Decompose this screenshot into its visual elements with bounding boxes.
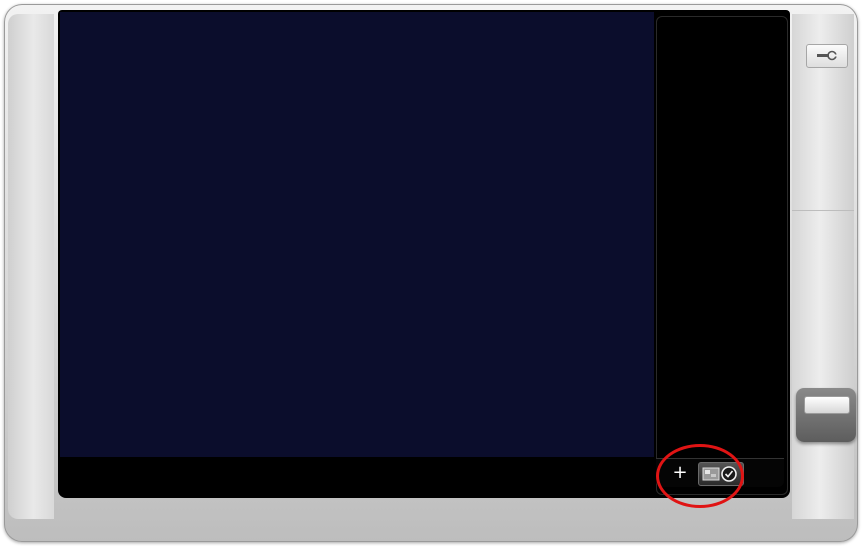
video-viewport[interactable] — [60, 12, 654, 457]
right-panel-divider — [792, 210, 854, 211]
side-panel — [656, 16, 788, 495]
display-screen: + — [58, 10, 790, 498]
side-action-button[interactable] — [796, 388, 856, 442]
right-side-panel — [792, 14, 854, 519]
tool-button[interactable] — [806, 44, 848, 68]
wrench-icon — [817, 50, 838, 61]
highlight-ring — [656, 444, 744, 508]
side-action-button-face — [804, 396, 850, 414]
left-rail — [8, 14, 54, 519]
